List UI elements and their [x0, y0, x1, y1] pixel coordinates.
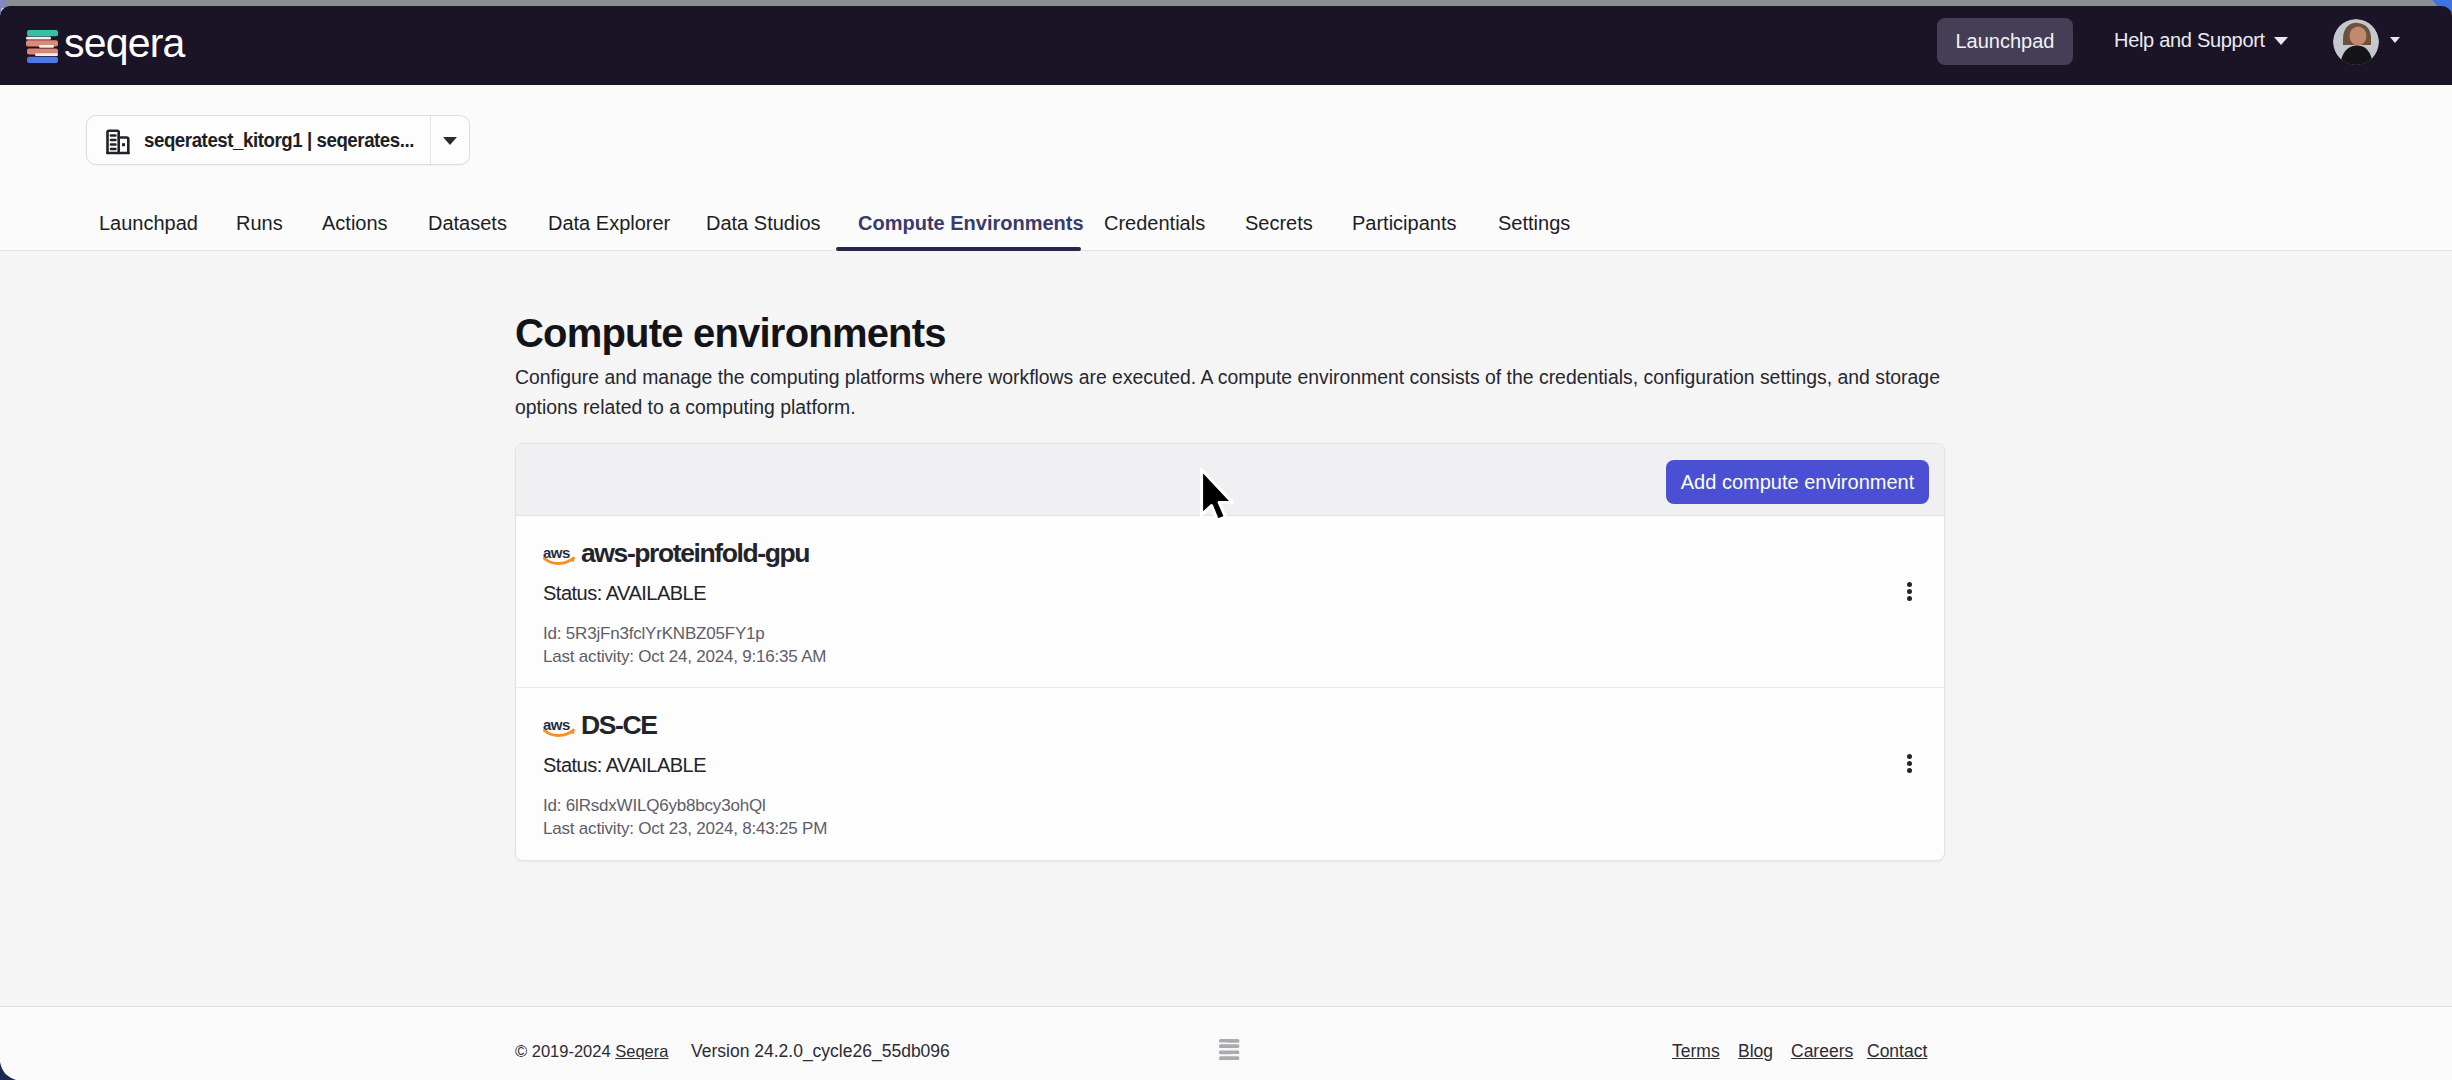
svg-text:aws: aws	[543, 717, 570, 733]
svg-text:aws: aws	[543, 545, 570, 561]
